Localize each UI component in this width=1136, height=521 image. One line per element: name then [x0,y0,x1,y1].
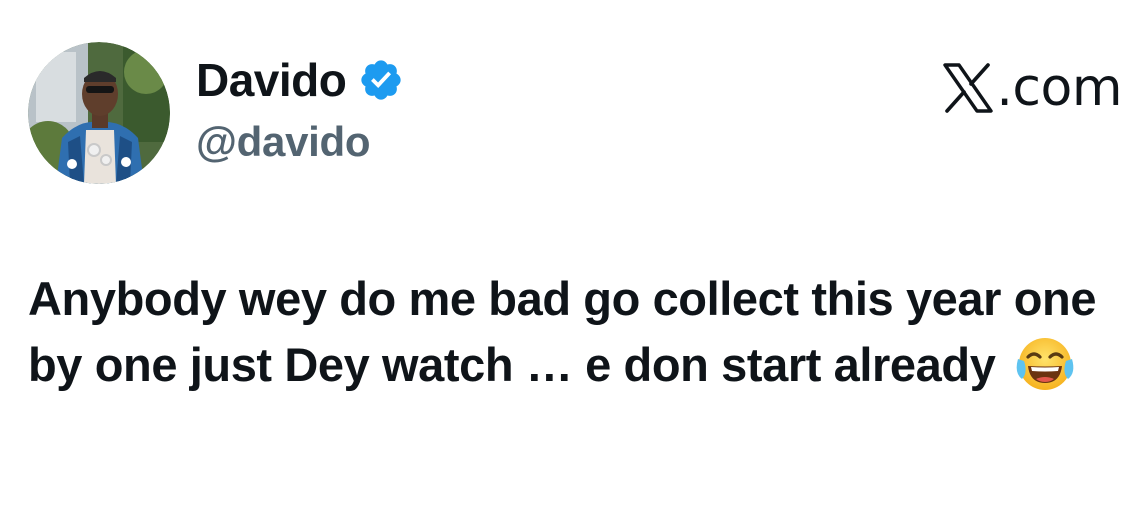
tweet-card: Davido @davido .com Anybody wey do me ba… [0,0,1136,521]
display-name[interactable]: Davido [196,53,347,107]
verified-badge-icon [358,57,404,103]
tweet-text: Anybody wey do me bad go collect this ye… [28,266,1108,398]
brand-label: .com [996,58,1122,118]
profile-photo [28,42,170,184]
brand-mark: .com [942,58,1122,118]
author-name-row: Davido [196,52,404,108]
author-handle[interactable]: @davido [196,118,371,166]
x-logo-icon [942,63,994,113]
face-with-tears-of-joy-icon [1014,333,1076,395]
tweet-body: Anybody wey do me bad go collect this ye… [28,272,1097,391]
avatar[interactable] [28,42,170,184]
